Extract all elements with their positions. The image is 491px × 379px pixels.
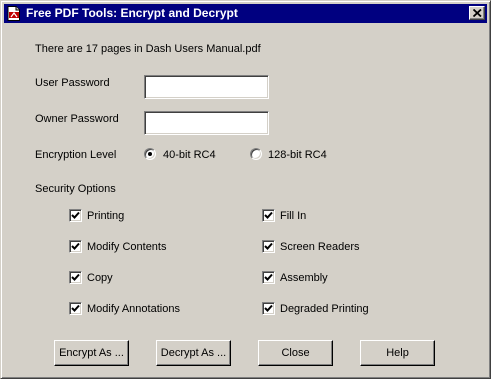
radio-128-bit-label[interactable]: 128-bit RC4 [268,148,327,162]
radio-40-bit-label[interactable]: 40-bit RC4 [163,148,216,162]
copy-label[interactable]: Copy [87,271,113,285]
checkmark-icon [71,273,80,281]
help-button[interactable]: Help [360,340,435,366]
pdf-document-icon [7,6,21,21]
user-password-label: User Password [35,77,110,89]
security-options-label: Security Options [35,183,116,195]
checkmark-icon [264,304,273,312]
close-window-button[interactable] [469,6,485,20]
checkmark-icon [264,273,273,281]
modify-annotations-checkbox[interactable] [69,302,82,315]
degraded-printing-label[interactable]: Degraded Printing [280,302,369,316]
decrypt-as-button[interactable]: Decrypt As ... [156,340,231,366]
radio-40-bit-circle[interactable] [144,148,156,160]
close-icon [473,9,482,17]
encryption-level-label: Encryption Level [35,149,117,161]
assembly-label[interactable]: Assembly [280,271,328,285]
assembly-checkbox[interactable] [262,271,275,284]
title-bar[interactable]: Free PDF Tools: Encrypt and Decrypt [4,4,487,23]
modify-annotations-label[interactable]: Modify Annotations [87,302,180,316]
close-button[interactable]: Close [258,340,333,366]
checkmark-icon [71,304,80,312]
radio-128-bit-circle[interactable] [250,148,262,160]
screen-readers-checkbox[interactable] [262,240,275,253]
radio-selected-dot [148,152,152,156]
checkmark-icon [71,211,80,219]
checkmark-icon [71,242,80,250]
fill-in-label[interactable]: Fill In [280,209,306,223]
degraded-printing-checkbox[interactable] [262,302,275,315]
user-password-field[interactable] [144,75,269,99]
screen-readers-label[interactable]: Screen Readers [280,240,360,254]
owner-password-label: Owner Password [35,113,119,125]
printing-checkbox[interactable] [69,209,82,222]
checkmark-icon [264,242,273,250]
window-title: Free PDF Tools: Encrypt and Decrypt [26,6,238,20]
dialog-window: Free PDF Tools: Encrypt and Decrypt Ther… [0,0,491,379]
printing-label[interactable]: Printing [87,209,124,223]
fill-in-checkbox[interactable] [262,209,275,222]
page-count-info: There are 17 pages in Dash Users Manual.… [35,43,261,55]
encrypt-as-button[interactable]: Encrypt As ... [54,340,129,366]
checkmark-icon [264,211,273,219]
copy-checkbox[interactable] [69,271,82,284]
owner-password-field[interactable] [144,111,269,135]
modify-contents-checkbox[interactable] [69,240,82,253]
modify-contents-label[interactable]: Modify Contents [87,240,166,254]
